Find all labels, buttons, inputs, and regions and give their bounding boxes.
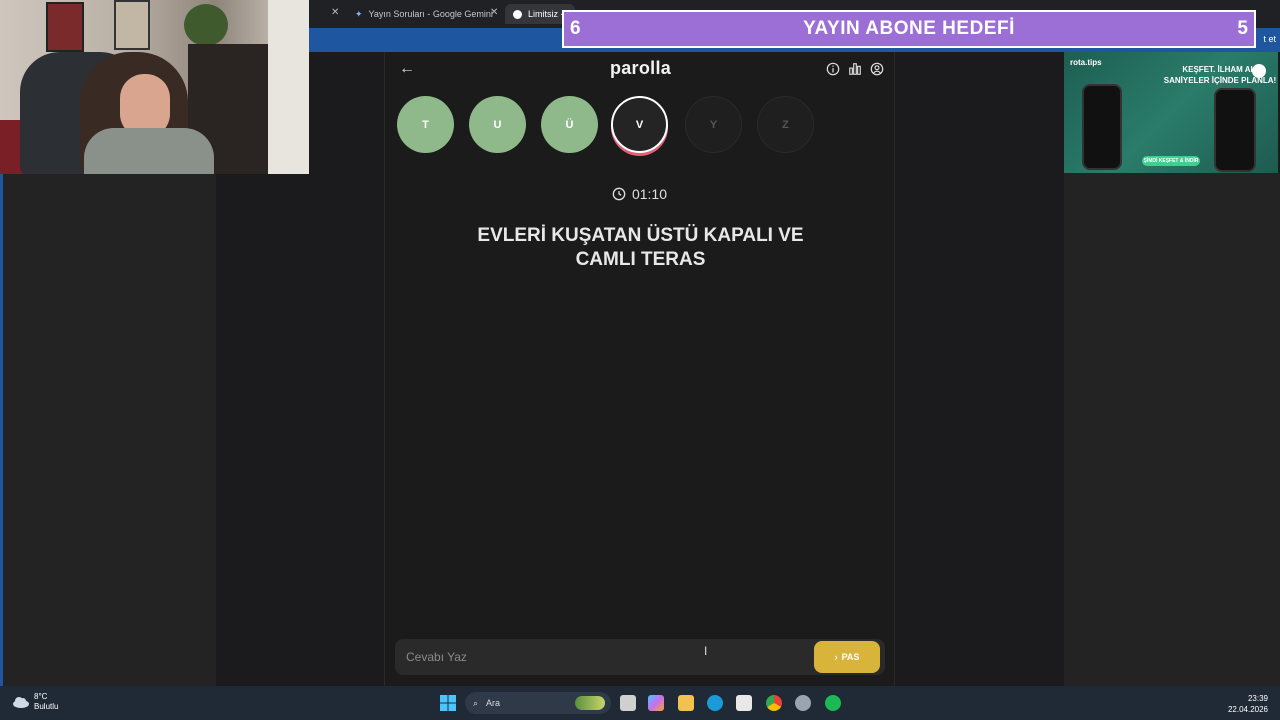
clock-icon	[612, 187, 626, 201]
subscriber-goal-banner: 6 YAYIN ABONE HEDEFİ 5	[562, 10, 1256, 48]
letter-progress: T U Ü V Y Z	[385, 96, 896, 156]
clock-date: 22.04.2026	[1227, 705, 1268, 714]
app-header: ← parolla	[385, 52, 896, 88]
pass-button[interactable]: › PAS	[814, 641, 880, 673]
letter-circle: U	[469, 96, 526, 153]
timer-value: 01:10	[631, 186, 668, 202]
spotify-icon[interactable]	[825, 695, 841, 711]
weather-condition: Bulutlu	[34, 702, 59, 711]
gemini-icon: ✦	[355, 8, 363, 19]
edge-browser-icon[interactable]	[707, 695, 723, 711]
goal-right-number: 5	[1237, 18, 1248, 39]
ad-phone-image	[1082, 84, 1122, 170]
answer-bar: › PAS	[395, 639, 885, 675]
settings-icon[interactable]	[795, 695, 811, 711]
letter-circle: Ü	[541, 96, 598, 153]
taskbar-search[interactable]: ⌕ Ara	[465, 692, 611, 714]
app-logo: parolla	[609, 58, 672, 78]
letter-char: Y	[709, 118, 718, 131]
parolla-tab-icon	[513, 9, 522, 19]
answer-input[interactable]	[395, 639, 805, 675]
weather-temp: 8°C	[34, 692, 48, 701]
store-icon[interactable]	[736, 695, 752, 711]
goal-title: YAYIN ABONE HEDEFİ	[803, 18, 1015, 39]
toolbar-text[interactable]: t et	[1263, 34, 1276, 44]
search-label: Ara	[486, 698, 501, 708]
tab-label: Limitsiz -	[528, 9, 564, 19]
sidebar-ad[interactable]: rota.tips KEŞFET. İLHAM AL. SANİYELER İÇ…	[1064, 52, 1278, 173]
parolla-app: ← parolla T U Ü V Y Z 01:10 EVLERİ KUŞAT…	[384, 52, 895, 686]
copilot-icon[interactable]	[648, 695, 664, 711]
tab-label: Yayın Soruları - Google Gemini	[368, 9, 493, 19]
stats-icon[interactable]	[848, 62, 862, 76]
door	[268, 0, 309, 174]
letter-char: Ü	[565, 118, 574, 131]
weather-widget[interactable]: 8°C Bulutlu	[12, 692, 58, 712]
letter-char: U	[493, 118, 502, 131]
system-clock[interactable]: 23:39 22.04.2026	[1228, 693, 1268, 715]
cloud-icon	[13, 697, 29, 708]
question-line: CAMLI TERAS	[575, 249, 706, 270]
letter-circle: Y	[685, 96, 742, 153]
clock-time: 23:39	[1247, 694, 1268, 703]
countdown-timer: 01:10	[385, 186, 894, 202]
plant	[184, 4, 228, 46]
close-tab-icon[interactable]: ✕	[331, 7, 339, 18]
info-icon[interactable]	[826, 62, 840, 76]
streamer-body	[84, 128, 214, 174]
letter-circle: Z	[757, 96, 814, 153]
browser-tab-gemini[interactable]: ✦ Yayın Soruları - Google Gemini	[347, 4, 527, 24]
right-pane	[1064, 173, 1280, 686]
goal-left-number: 6	[570, 18, 581, 39]
letter-char: Z	[782, 118, 789, 131]
wall-art-2	[114, 0, 150, 50]
ad-cta-button[interactable]: ŞİMDİ KEŞFET & İNDİR	[1142, 156, 1200, 166]
file-explorer-icon[interactable]	[678, 695, 694, 711]
weather-text: 8°C Bulutlu	[34, 692, 58, 712]
webcam-overlay	[0, 0, 309, 174]
letter-circle-current: V	[611, 96, 668, 153]
question-text: EVLERİ KUŞATAN ÜSTÜ KAPALI VE CAMLI TERA…	[445, 224, 836, 272]
letter-circle: T	[397, 96, 454, 153]
ad-brand: rota.tips	[1070, 58, 1102, 67]
ad-close-dot[interactable]	[1252, 64, 1266, 78]
chevron-right-icon: ›	[834, 652, 838, 662]
wall-art-1	[46, 2, 84, 52]
question-line: EVLERİ KUŞATAN ÜSTÜ KAPALI VE	[477, 225, 804, 246]
profile-icon[interactable]	[870, 62, 884, 76]
pass-label: PAS	[841, 652, 860, 662]
ad-phone-image	[1214, 88, 1256, 172]
windows-start-icon[interactable]	[440, 695, 456, 711]
letter-char: T	[422, 118, 429, 131]
windows-taskbar: 8°C Bulutlu ⌕ Ara 23:39 22.04.2026	[0, 686, 1280, 720]
search-icon: ⌕	[473, 697, 479, 708]
text-cursor-icon: I	[704, 644, 708, 658]
search-highlight-image	[575, 696, 605, 710]
close-tab-icon[interactable]: ✕	[490, 7, 498, 18]
task-view-icon[interactable]	[620, 695, 636, 711]
left-pane	[0, 174, 216, 686]
letter-char: V	[635, 118, 644, 131]
header-actions	[826, 62, 884, 76]
chrome-icon[interactable]	[766, 695, 782, 711]
